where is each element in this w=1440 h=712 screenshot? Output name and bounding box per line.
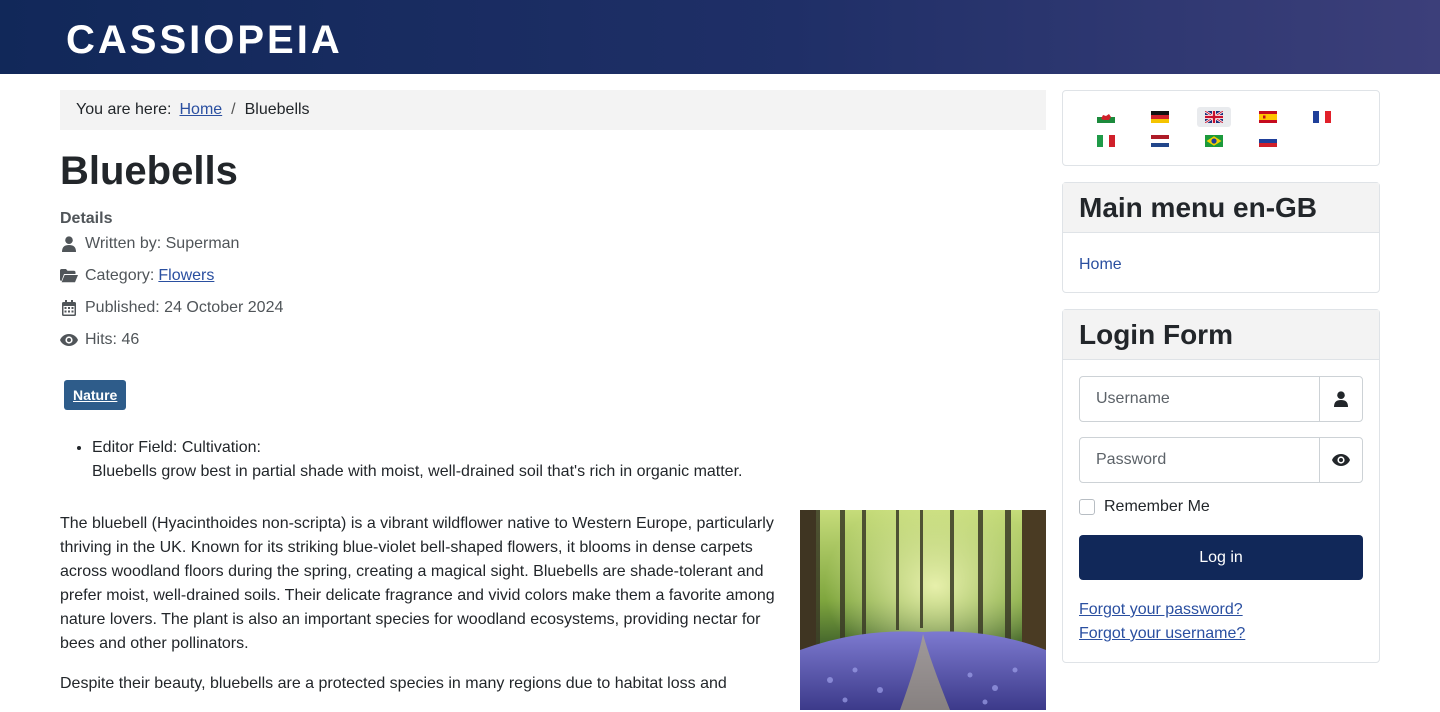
article-paragraph-1: The bluebell (Hyacinthoides non-scripta)… (60, 515, 775, 652)
eye-icon (60, 331, 78, 349)
article-paragraph-2: Despite their beauty, bluebells are a pr… (60, 675, 727, 692)
password-group (1079, 437, 1363, 483)
tag-badge[interactable]: Nature (64, 380, 127, 410)
breadcrumb-home-link[interactable]: Home (179, 101, 222, 119)
russia-flag-icon (1259, 135, 1277, 147)
language-option-fr[interactable] (1305, 107, 1339, 127)
breadcrumb-prefix: You are here: (76, 101, 172, 118)
breadcrumb: You are here: Home / Bluebells (60, 90, 1046, 130)
login-form-module: Login Form Remember Me Log in Forgot you… (1062, 309, 1380, 663)
breadcrumb-separator: / (231, 101, 236, 118)
language-option-cy[interactable] (1089, 107, 1123, 127)
folder-open-icon (60, 267, 78, 285)
forgot-username-link[interactable]: Forgot your username? (1079, 622, 1363, 646)
netherlands-flag-icon (1151, 135, 1169, 147)
germany-flag-icon (1151, 111, 1169, 123)
details-heading: Details (60, 210, 113, 227)
spain-flag-icon (1259, 111, 1277, 123)
france-flag-icon (1313, 111, 1331, 123)
remember-me-checkbox[interactable] (1079, 499, 1095, 515)
show-password-eye-icon[interactable] (1319, 438, 1362, 482)
main-content: You are here: Home / Bluebells Bluebells… (60, 90, 1046, 712)
page-title: Bluebells (60, 149, 238, 193)
field-value: Bluebells grow best in partial shade wit… (92, 463, 743, 480)
custom-fields-list: Editor Field: Cultivation: Bluebells gro… (60, 436, 1046, 484)
site-header: CASSIOPEIA (0, 0, 1440, 74)
bluebell-woodland-image (800, 510, 1046, 710)
username-input[interactable] (1080, 377, 1319, 421)
language-option-pt-BR[interactable] (1197, 131, 1231, 151)
uk-flag-icon (1205, 111, 1223, 123)
published-row: Published: 24 October 2024 (60, 292, 1046, 324)
language-option-de[interactable] (1143, 107, 1177, 127)
wales-flag-icon (1097, 111, 1115, 123)
author-text: Written by: Superman (85, 235, 240, 252)
published-text: Published: 24 October 2024 (85, 299, 284, 316)
main-menu-module: Main menu en-GB Home (1062, 182, 1380, 293)
language-option-ru[interactable] (1251, 131, 1285, 151)
user-icon (1319, 377, 1362, 421)
hits-text: Hits: 46 (85, 331, 140, 348)
field-label: Editor Field: Cultivation: (92, 439, 261, 456)
language-option-it[interactable] (1089, 131, 1123, 151)
language-flag-list (1063, 91, 1379, 165)
language-option-nl[interactable] (1143, 131, 1177, 151)
remember-me[interactable]: Remember Me (1079, 498, 1363, 516)
language-option-en-GB[interactable] (1197, 107, 1231, 127)
category-label: Category: (85, 267, 155, 284)
menu-item-home[interactable]: Home (1079, 250, 1363, 278)
language-switcher (1062, 90, 1380, 166)
hits-row: Hits: 46 (60, 324, 1046, 356)
calendar-icon (60, 299, 78, 317)
user-icon (60, 235, 78, 253)
sidebar: Main menu en-GB Home Login Form Remember (1062, 90, 1380, 679)
category-row: Category: Flowers (60, 260, 1046, 292)
password-input[interactable] (1080, 438, 1319, 482)
site-logo[interactable]: CASSIOPEIA (66, 18, 343, 62)
login-form-title: Login Form (1063, 310, 1379, 360)
italy-flag-icon (1097, 135, 1115, 147)
article-body: The bluebell (Hyacinthoides non-scripta)… (60, 510, 1046, 710)
brazil-flag-icon (1205, 135, 1223, 147)
language-option-es[interactable] (1251, 107, 1285, 127)
main-menu-title: Main menu en-GB (1063, 183, 1379, 233)
remember-me-label: Remember Me (1104, 498, 1210, 515)
username-group (1079, 376, 1363, 422)
login-button[interactable]: Log in (1079, 535, 1363, 580)
forgot-password-link[interactable]: Forgot your password? (1079, 598, 1363, 622)
category-link[interactable]: Flowers (158, 267, 214, 285)
list-item: Editor Field: Cultivation: Bluebells gro… (92, 436, 1046, 484)
author-row: Written by: Superman (60, 228, 1046, 260)
breadcrumb-current: Bluebells (244, 101, 310, 118)
